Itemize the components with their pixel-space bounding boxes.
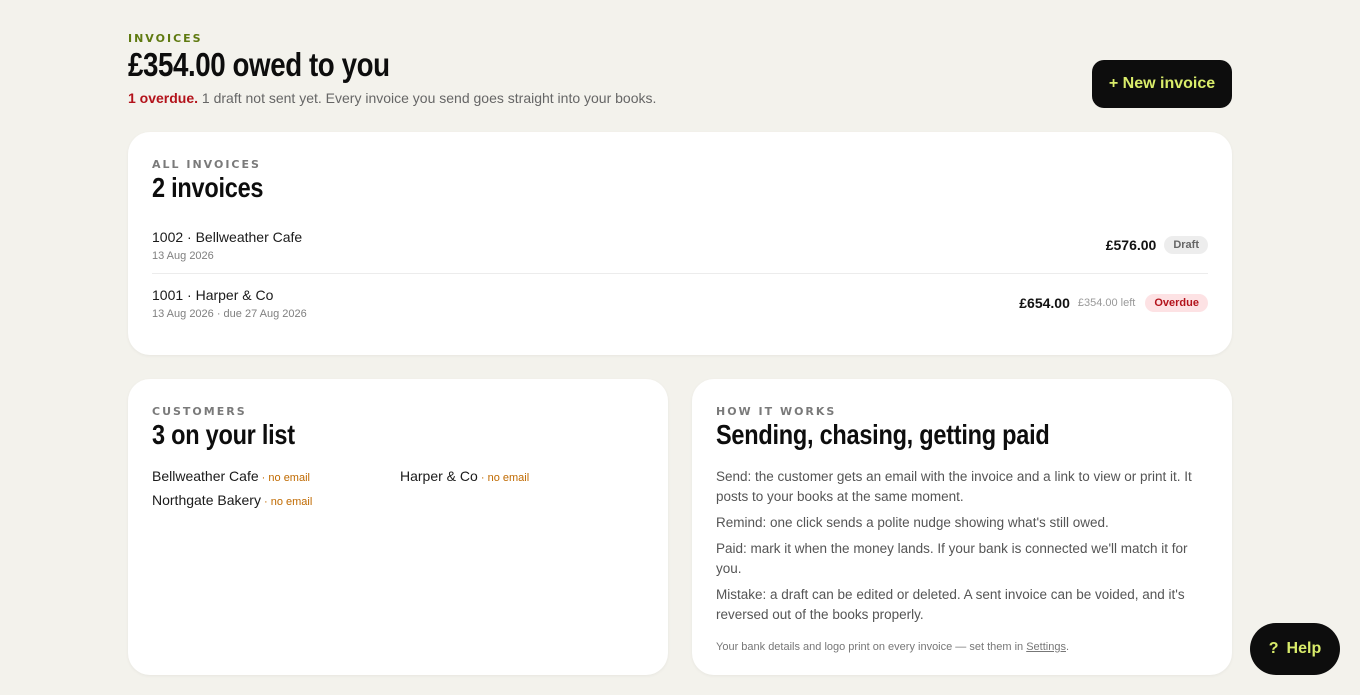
note-text: Your bank details and logo print on ever… [716, 641, 1027, 653]
invoice-amount: £576.00 [1105, 237, 1157, 253]
status-badge: Overdue [1145, 294, 1208, 312]
invoice-date: 13 Aug 2026 [152, 250, 214, 262]
step-remind: Remind: one click sends a polite nudge s… [716, 515, 1109, 530]
invoices-eyebrow: ALL INVOICES [152, 158, 261, 171]
subtitle-text: 1 draft not sent yet. Every invoice you … [198, 90, 657, 106]
invoice-row[interactable]: 1001 · Harper & Co 13 Aug 2026 · due 27 … [152, 280, 1208, 336]
invoice-amount: £654.00 [1019, 295, 1070, 311]
customer-name: Harper & Co [400, 468, 478, 484]
invoice-remaining: £354.00 left [1077, 297, 1136, 309]
customers-eyebrow: CUSTOMERS [152, 405, 247, 418]
help-label: Help [1286, 640, 1322, 657]
customer-name: Northgate Bakery [152, 492, 261, 508]
customer-item[interactable]: Northgate Bakery · no email [152, 492, 312, 508]
note-suffix: . [1065, 641, 1070, 653]
how-it-works-card: HOW IT WORKS Sending, chasing, getting p… [692, 379, 1232, 675]
customer-no-email: · no email [258, 472, 310, 484]
new-invoice-button[interactable]: + New invoice [1092, 60, 1232, 108]
invoice-name: 1002 · Bellweather Cafe [152, 229, 303, 245]
help-button[interactable]: ? Help [1250, 623, 1340, 675]
step-paid: Paid: mark it when the money lands. If y… [716, 541, 1188, 576]
settings-link[interactable]: Settings [1026, 641, 1066, 653]
how-body: Send: the customer gets an email with th… [716, 467, 1208, 657]
question-icon: ? [1268, 640, 1279, 657]
customer-no-email: · no email [477, 472, 530, 484]
customers-card: CUSTOMERS 3 on your list Bellweather Caf… [128, 379, 668, 675]
invoices-card: ALL INVOICES 2 invoices 1002 · Bellweath… [128, 132, 1232, 355]
settings-note: Your bank details and logo print on ever… [716, 637, 1208, 657]
how-eyebrow: HOW IT WORKS [716, 405, 837, 418]
page-title: £354.00 owed to you [128, 46, 390, 83]
invoices-title: 2 invoices [152, 172, 264, 203]
page-eyebrow: INVOICES [128, 32, 203, 45]
customer-item[interactable]: Bellweather Cafe · no email [152, 468, 310, 484]
overdue-count: 1 overdue. [128, 90, 199, 106]
invoice-date: 13 Aug 2026 · due 27 Aug 2026 [152, 308, 307, 320]
customer-no-email: · no email [260, 496, 313, 508]
customer-name: Bellweather Cafe [152, 468, 259, 484]
invoice-name: 1001 · Harper & Co [152, 287, 274, 303]
how-title: Sending, chasing, getting paid [716, 419, 1050, 450]
page-subtitle: 1 overdue. 1 draft not sent yet. Every i… [128, 90, 656, 106]
status-badge: Draft [1164, 236, 1208, 254]
step-send: Send: the customer gets an email with th… [716, 469, 1192, 504]
customers-title: 3 on your list [152, 419, 295, 450]
customer-item[interactable]: Harper & Co · no email [400, 468, 529, 484]
step-mistake: Mistake: a draft can be edited or delete… [716, 587, 1185, 622]
invoice-row[interactable]: 1002 · Bellweather Cafe 13 Aug 2026 £576… [152, 222, 1208, 274]
